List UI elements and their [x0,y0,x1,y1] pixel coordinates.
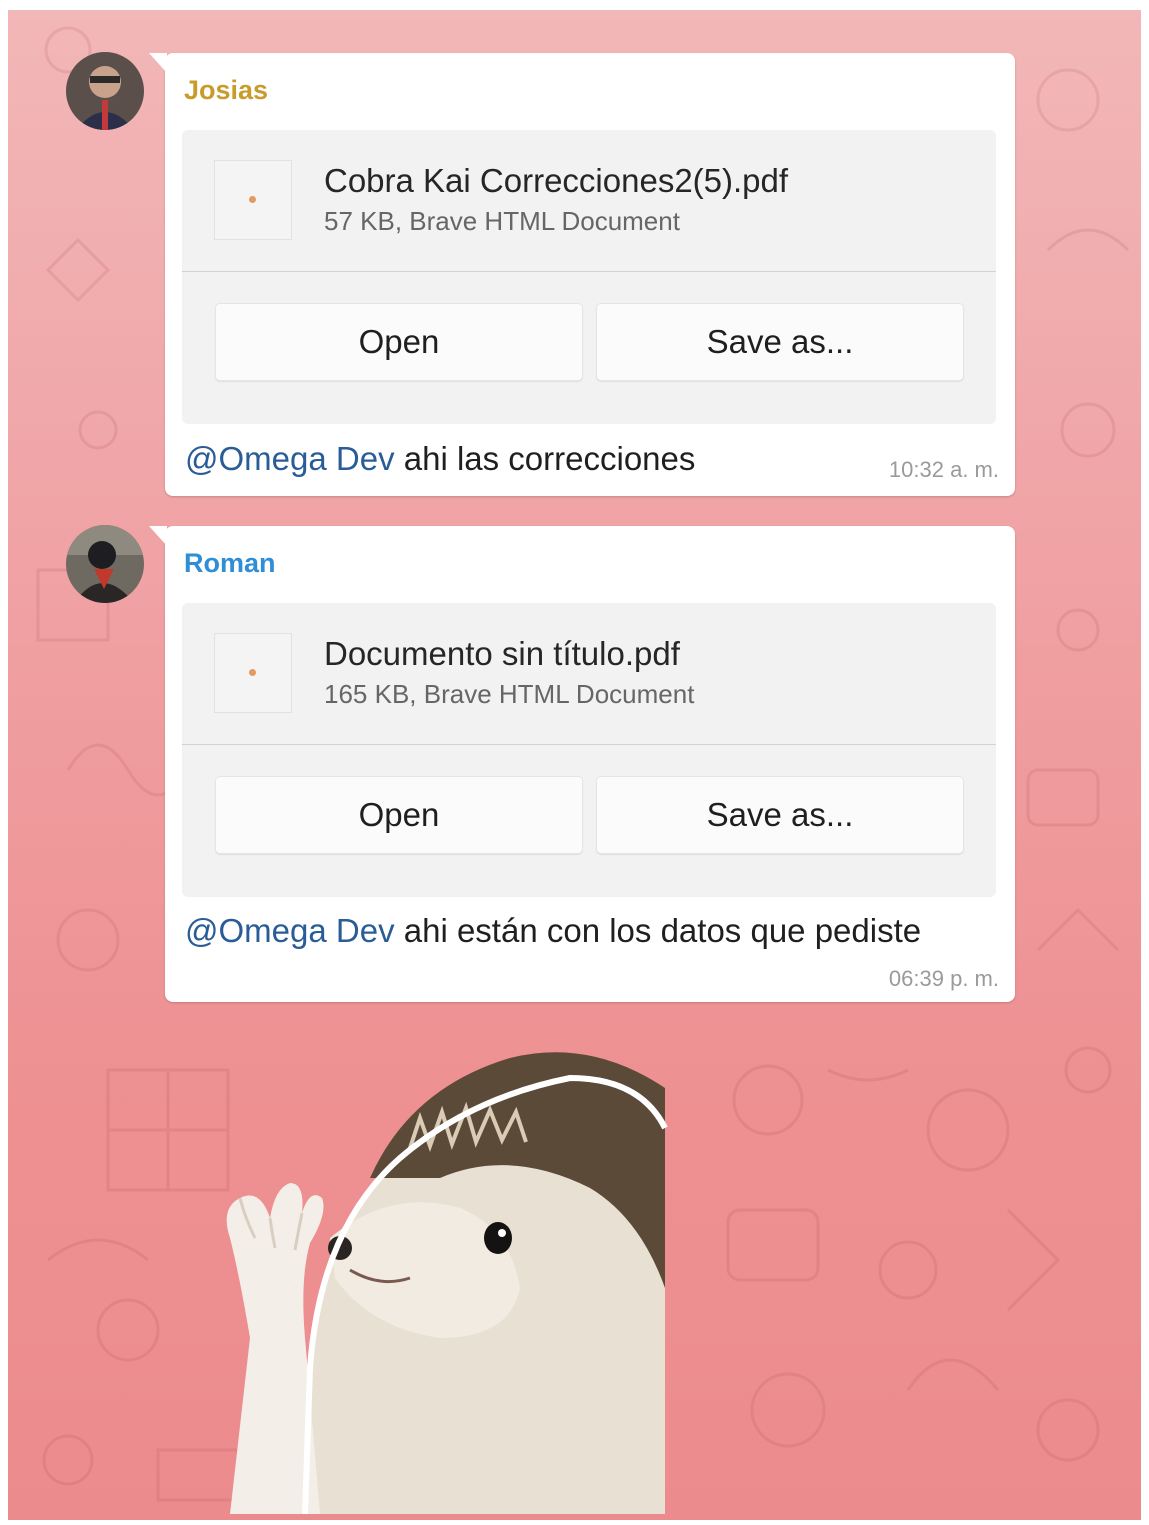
message-bubble: Josias Cobra Kai Correcciones2(5).pdf 57… [149,53,1015,496]
file-icon[interactable] [214,160,292,240]
message-text: @Omega Dev ahi las correcciones [185,440,695,478]
file-name: Cobra Kai Correcciones2(5).pdf [324,162,789,199]
open-button[interactable]: Open [215,776,583,854]
file-name: Documento sin título.pdf [324,635,680,672]
bubble-tail [149,53,167,73]
message-body: ahi las correcciones [394,440,696,477]
open-button[interactable]: Open [215,303,583,381]
avatar-roman[interactable] [66,525,144,603]
message-timestamp: 10:32 a. m. [888,457,999,482]
sender-name[interactable]: Roman [184,548,276,579]
file-icon[interactable] [214,633,292,713]
mention-link[interactable]: @Omega Dev [185,440,395,477]
message-bubble: Roman Documento sin título.pdf 165 KB, B… [149,526,1015,1002]
save-as-button[interactable]: Save as... [596,776,964,854]
file-attachment: Cobra Kai Correcciones2(5).pdf 57 KB, Br… [182,130,996,424]
file-info: 165 KB, Brave HTML Document [324,679,695,709]
sender-name[interactable]: Josias [184,75,268,106]
message-timestamp: 06:39 p. m. [888,966,999,991]
avatar-josias[interactable] [66,52,144,130]
hedgehog-waving-sticker[interactable] [210,1038,670,1515]
file-attachment: Documento sin título.pdf 165 KB, Brave H… [182,603,996,897]
divider [182,744,996,745]
message-text: @Omega Dev ahi están con los datos que p… [185,912,921,950]
save-as-button[interactable]: Save as... [596,303,964,381]
mention-link[interactable]: @Omega Dev [185,912,395,949]
bubble-tail [149,526,167,546]
file-info: 57 KB, Brave HTML Document [324,206,680,236]
message-body: ahi están con los datos que pediste [394,912,922,949]
divider [182,271,996,272]
